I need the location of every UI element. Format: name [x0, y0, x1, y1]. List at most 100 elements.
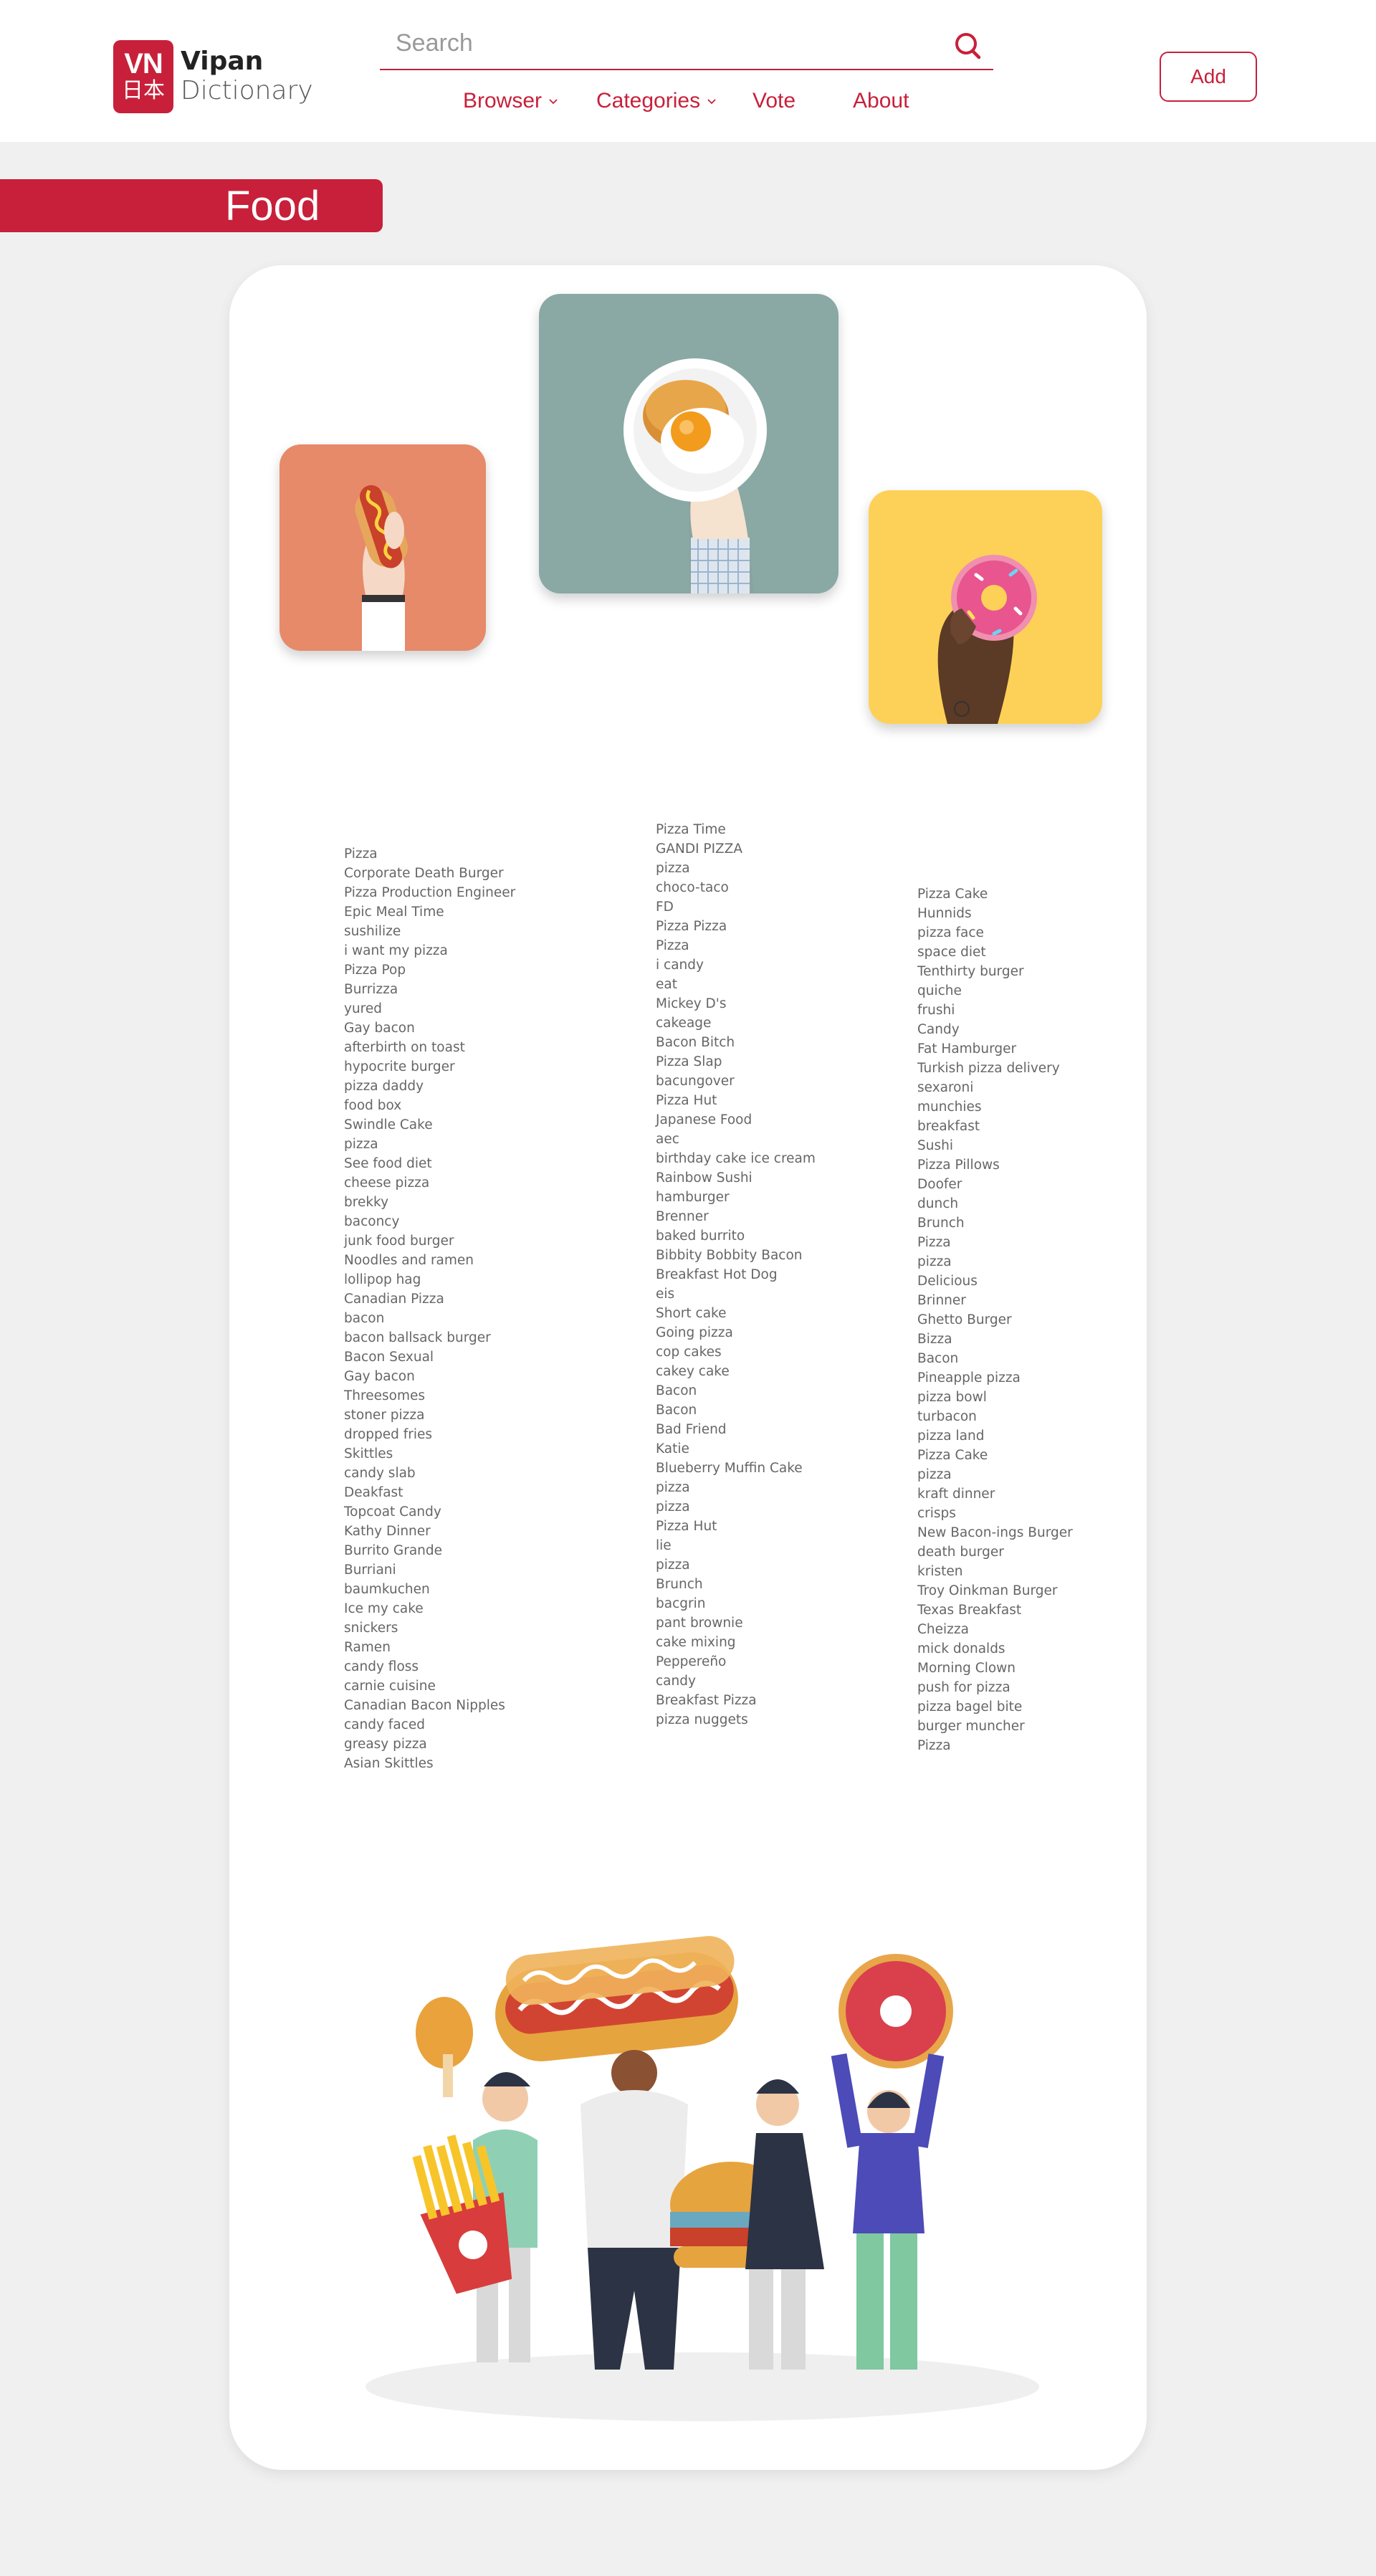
word-entry[interactable]: Brenner	[656, 1207, 816, 1226]
word-entry[interactable]: Morning Clown	[917, 1659, 1073, 1678]
word-entry[interactable]: brekky	[344, 1193, 515, 1212]
word-entry[interactable]: eat	[656, 975, 816, 994]
word-entry[interactable]: pizza daddy	[344, 1077, 515, 1096]
word-entry[interactable]: Peppereño	[656, 1652, 816, 1671]
word-entry[interactable]: Japanese Food	[656, 1110, 816, 1130]
word-entry[interactable]: Bacon	[656, 1401, 816, 1420]
word-entry[interactable]: stoner pizza	[344, 1406, 515, 1425]
word-entry[interactable]: death burger	[917, 1542, 1073, 1562]
word-entry[interactable]: Pizza Slap	[656, 1052, 816, 1072]
word-entry[interactable]: Skittles	[344, 1444, 515, 1464]
word-entry[interactable]: frushi	[917, 1001, 1073, 1020]
nav-vote[interactable]: Vote	[752, 89, 796, 113]
word-entry[interactable]: kristen	[917, 1562, 1073, 1581]
word-entry[interactable]: Bizza	[917, 1330, 1073, 1349]
word-entry[interactable]: Canadian Pizza	[344, 1289, 515, 1309]
nav-categories[interactable]: Categories	[596, 89, 717, 113]
word-entry[interactable]: Bacon	[917, 1349, 1073, 1368]
word-entry[interactable]: breakfast	[917, 1117, 1073, 1136]
word-entry[interactable]: Bacon	[656, 1381, 816, 1401]
word-entry[interactable]: Pineapple pizza	[917, 1368, 1073, 1388]
word-entry[interactable]: sushilize	[344, 922, 515, 941]
word-entry[interactable]: food box	[344, 1096, 515, 1115]
word-entry[interactable]: pizza face	[917, 923, 1073, 943]
word-entry[interactable]: pizza bagel bite	[917, 1697, 1073, 1717]
word-entry[interactable]: pizza nuggets	[656, 1710, 816, 1730]
word-entry[interactable]: New Bacon-ings Burger	[917, 1523, 1073, 1542]
word-entry[interactable]: Gay bacon	[344, 1019, 515, 1038]
word-entry[interactable]: dunch	[917, 1194, 1073, 1213]
nav-browser[interactable]: Browser	[463, 89, 559, 113]
word-entry[interactable]: lollipop hag	[344, 1270, 515, 1289]
word-entry[interactable]: Pizza Cake	[917, 1446, 1073, 1465]
word-entry[interactable]: Pizza Pop	[344, 960, 515, 980]
search-input[interactable]	[380, 22, 939, 65]
word-entry[interactable]: Gay bacon	[344, 1367, 515, 1386]
word-entry[interactable]: FD	[656, 897, 816, 917]
word-entry[interactable]: Corporate Death Burger	[344, 864, 515, 883]
add-button[interactable]: Add	[1160, 52, 1257, 102]
word-entry[interactable]: eis	[656, 1284, 816, 1304]
word-entry[interactable]: See food diet	[344, 1154, 515, 1173]
word-entry[interactable]: pant brownie	[656, 1613, 816, 1633]
word-entry[interactable]: Pizza Pizza	[656, 917, 816, 936]
word-entry[interactable]: hamburger	[656, 1188, 816, 1207]
word-entry[interactable]: Pizza Pillows	[917, 1155, 1073, 1175]
word-entry[interactable]: Doofer	[917, 1175, 1073, 1194]
word-entry[interactable]: Kathy Dinner	[344, 1522, 515, 1541]
word-entry[interactable]: quiche	[917, 981, 1073, 1001]
word-entry[interactable]: push for pizza	[917, 1678, 1073, 1697]
word-entry[interactable]: Rainbow Sushi	[656, 1168, 816, 1188]
word-entry[interactable]: baconcy	[344, 1212, 515, 1231]
word-entry[interactable]: Brunch	[917, 1213, 1073, 1233]
word-entry[interactable]: Pizza Hut	[656, 1091, 816, 1110]
word-entry[interactable]: cop cakes	[656, 1342, 816, 1362]
word-entry[interactable]: Pizza	[917, 1736, 1073, 1755]
word-entry[interactable]: hypocrite burger	[344, 1057, 515, 1077]
word-entry[interactable]: bacungover	[656, 1072, 816, 1091]
word-entry[interactable]: Pizza	[917, 1233, 1073, 1252]
word-entry[interactable]: Brinner	[917, 1291, 1073, 1310]
word-entry[interactable]: Topcoat Candy	[344, 1502, 515, 1522]
word-entry[interactable]: Breakfast Hot Dog	[656, 1265, 816, 1284]
word-entry[interactable]: snickers	[344, 1618, 515, 1638]
word-entry[interactable]: Mickey D's	[656, 994, 816, 1013]
word-entry[interactable]: afterbirth on toast	[344, 1038, 515, 1057]
word-entry[interactable]: candy faced	[344, 1715, 515, 1735]
word-entry[interactable]: pizza	[917, 1252, 1073, 1272]
word-entry[interactable]: bacgrin	[656, 1594, 816, 1613]
word-entry[interactable]: Delicious	[917, 1272, 1073, 1291]
word-entry[interactable]: Pizza	[344, 844, 515, 864]
word-entry[interactable]: dropped fries	[344, 1425, 515, 1444]
word-entry[interactable]: Ramen	[344, 1638, 515, 1657]
word-entry[interactable]: birthday cake ice cream	[656, 1149, 816, 1168]
word-entry[interactable]: aec	[656, 1130, 816, 1149]
word-entry[interactable]: pizza	[656, 1478, 816, 1497]
word-entry[interactable]: Sushi	[917, 1136, 1073, 1155]
word-entry[interactable]: space diet	[917, 943, 1073, 962]
word-entry[interactable]: Bad Friend	[656, 1420, 816, 1439]
word-entry[interactable]: Short cake	[656, 1304, 816, 1323]
word-entry[interactable]: Pizza	[656, 936, 816, 955]
word-entry[interactable]: pizza land	[917, 1426, 1073, 1446]
nav-about[interactable]: About	[853, 89, 909, 113]
word-entry[interactable]: Pizza Hut	[656, 1517, 816, 1536]
word-entry[interactable]: Asian Skittles	[344, 1754, 515, 1773]
word-entry[interactable]: baumkuchen	[344, 1580, 515, 1599]
word-entry[interactable]: greasy pizza	[344, 1735, 515, 1754]
word-entry[interactable]: Texas Breakfast	[917, 1601, 1073, 1620]
word-entry[interactable]: Tenthirty burger	[917, 962, 1073, 981]
word-entry[interactable]: sexaroni	[917, 1078, 1073, 1097]
word-entry[interactable]: Blueberry Muffin Cake	[656, 1459, 816, 1478]
word-entry[interactable]: candy slab	[344, 1464, 515, 1483]
word-entry[interactable]: pizza	[917, 1465, 1073, 1484]
word-entry[interactable]: Deakfast	[344, 1483, 515, 1502]
word-entry[interactable]: Pizza Production Engineer	[344, 883, 515, 902]
word-entry[interactable]: choco-taco	[656, 878, 816, 897]
word-entry[interactable]: yured	[344, 999, 515, 1019]
word-entry[interactable]: pizza bowl	[917, 1388, 1073, 1407]
word-entry[interactable]: Bacon Bitch	[656, 1033, 816, 1052]
word-entry[interactable]: carnie cuisine	[344, 1676, 515, 1696]
word-entry[interactable]: Going pizza	[656, 1323, 816, 1342]
word-entry[interactable]: burger muncher	[917, 1717, 1073, 1736]
